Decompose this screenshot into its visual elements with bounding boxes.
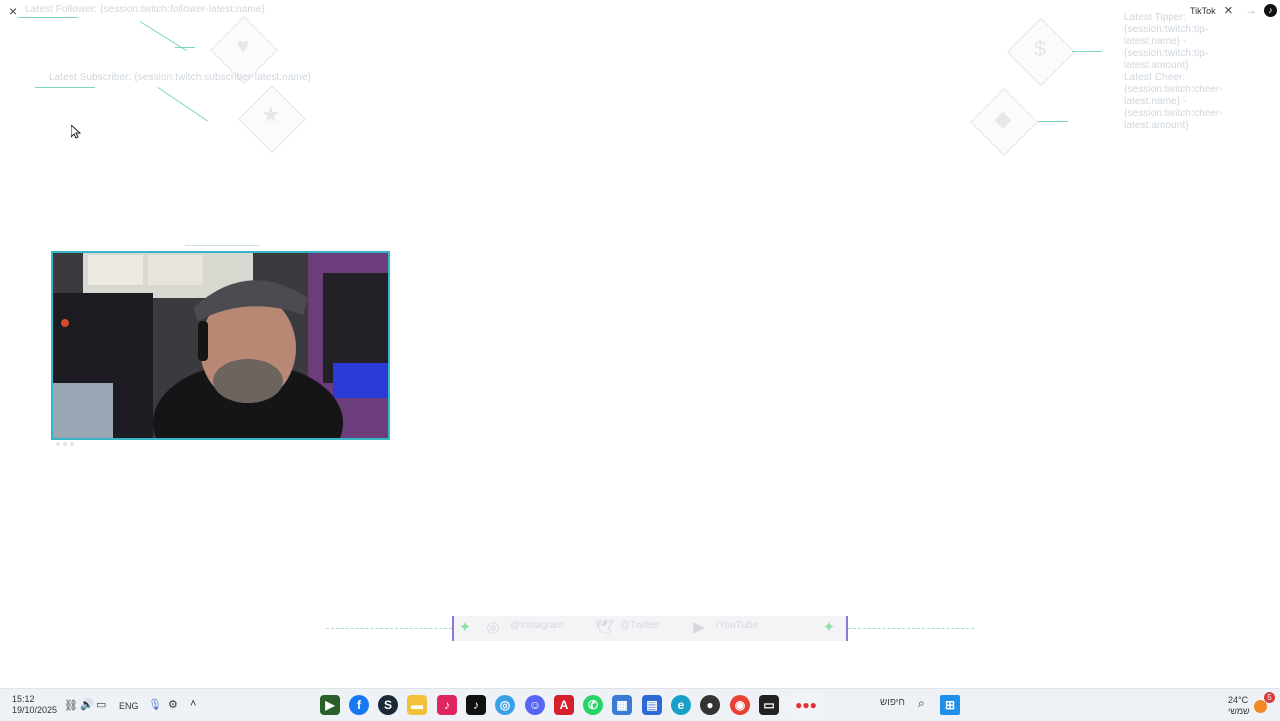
steam-icon[interactable]: S [378, 695, 398, 715]
tip-line-1: {session:twitch:tip- [1124, 24, 1209, 35]
tip-line-4: latest:amount} [1124, 60, 1189, 71]
twitter-icon: 🕊 [595, 619, 615, 636]
discord-icon[interactable]: ☺ [525, 695, 545, 715]
youtube-handle: /YouTube [716, 620, 759, 631]
search-placeholder: חיפוש [880, 697, 905, 708]
battery-icon[interactable]: ▭ [96, 698, 106, 711]
clock-time[interactable]: 15:12 [12, 694, 35, 704]
windows-start-icon[interactable]: ⊞ [940, 695, 960, 715]
acrobat-icon[interactable]: A [554, 695, 574, 715]
tip-line-3: {session:twitch:tip- [1124, 48, 1209, 59]
cheer-line-4: latest:amount} [1124, 120, 1189, 131]
youtube-icon: ▶ [693, 619, 705, 636]
clock-date[interactable]: 19/10/2025 [12, 705, 57, 715]
cheer-line-3: {session:twitch:cheer- [1124, 108, 1223, 119]
chrome-icon[interactable]: ◉ [730, 695, 750, 715]
instagram-icon: ◎ [486, 619, 500, 636]
search-icon: ⌕ [918, 696, 925, 710]
twitter-handle: @Twitter [620, 620, 660, 631]
heart-icon: ♥ [236, 33, 250, 58]
forward-arrow-icon[interactable]: → [1245, 3, 1257, 17]
widgets-icon[interactable]: ●●● [790, 695, 822, 715]
webcam-image [53, 253, 388, 438]
recording-app-icon[interactable]: ● [700, 695, 720, 715]
tip-line-2: latest:name} - [1124, 36, 1187, 47]
volume-icon[interactable]: 🔊 [80, 698, 94, 711]
tiktok-app-icon[interactable]: ♪ [466, 695, 486, 715]
window-close-button[interactable]: × [1224, 2, 1233, 19]
sparkle-icon: ✦ [458, 619, 472, 636]
latest-cheer-label: Latest Cheer: [1124, 72, 1186, 83]
cheer-line-2: latest:name} - [1124, 96, 1187, 107]
network-icon[interactable]: ⛓ [64, 699, 78, 712]
language-indicator[interactable]: ENG [119, 701, 139, 711]
latest-subscriber-label: Latest Subscriber: {session:twitch:subsc… [49, 72, 312, 83]
chevron-up-icon[interactable]: ˄ [190, 698, 196, 710]
notification-badge[interactable]: 5 [1264, 692, 1275, 703]
latest-tipper-label: Latest Tipper: [1124, 12, 1186, 23]
whatsapp-icon[interactable]: ✆ [583, 695, 603, 715]
tray-app-icon[interactable]: ⚙ [168, 698, 178, 711]
webcam-feed [51, 251, 390, 440]
taskbar: 15:12 19/10/2025 ⛓ 🔊 ▭ ENG 🎙 ⚙ ˄ ▶ f S ▬… [0, 688, 1280, 721]
mouse-cursor-icon [70, 123, 82, 144]
calculator-icon[interactable]: ▦ [612, 695, 632, 715]
social-bar: ✦ ◎ @instagram 🕊 @Twitter ▶ /YouTube ✦ [452, 616, 848, 641]
obs-icon[interactable]: ▶ [320, 695, 340, 715]
terminal-icon[interactable]: ▭ [759, 695, 779, 715]
diamond-icon: ◆ [994, 106, 1012, 131]
star-icon: ★ [261, 102, 281, 127]
search-box[interactable]: חיפוש ⌕ [880, 696, 932, 713]
cheer-line-1: {session:twitch:cheer- [1124, 84, 1223, 95]
folder-icon[interactable]: ▬ [407, 695, 427, 715]
browser-icon[interactable]: ◎ [495, 695, 515, 715]
capcut-icon[interactable]: ♪ [437, 695, 457, 715]
weather-sun-icon[interactable] [1254, 700, 1267, 713]
dollar-icon: $ [1033, 36, 1047, 61]
sparkle-icon: ✦ [822, 619, 836, 636]
window-title: TikTok [1190, 6, 1216, 16]
tiktok-icon[interactable]: ♪ [1264, 4, 1277, 17]
microphone-icon[interactable]: 🎙 [148, 698, 162, 711]
weather-desc[interactable]: שמשי [1228, 706, 1250, 716]
latest-follower-label: Latest Follower: {session:twitch:followe… [25, 4, 265, 15]
edge-icon[interactable]: e [671, 695, 691, 715]
weather-temp[interactable]: 24°C [1228, 695, 1248, 705]
store-icon[interactable]: ▤ [642, 695, 662, 715]
close-overlay-button[interactable]: × [9, 3, 17, 19]
facebook-icon[interactable]: f [349, 695, 369, 715]
instagram-handle: @instagram [510, 620, 565, 631]
